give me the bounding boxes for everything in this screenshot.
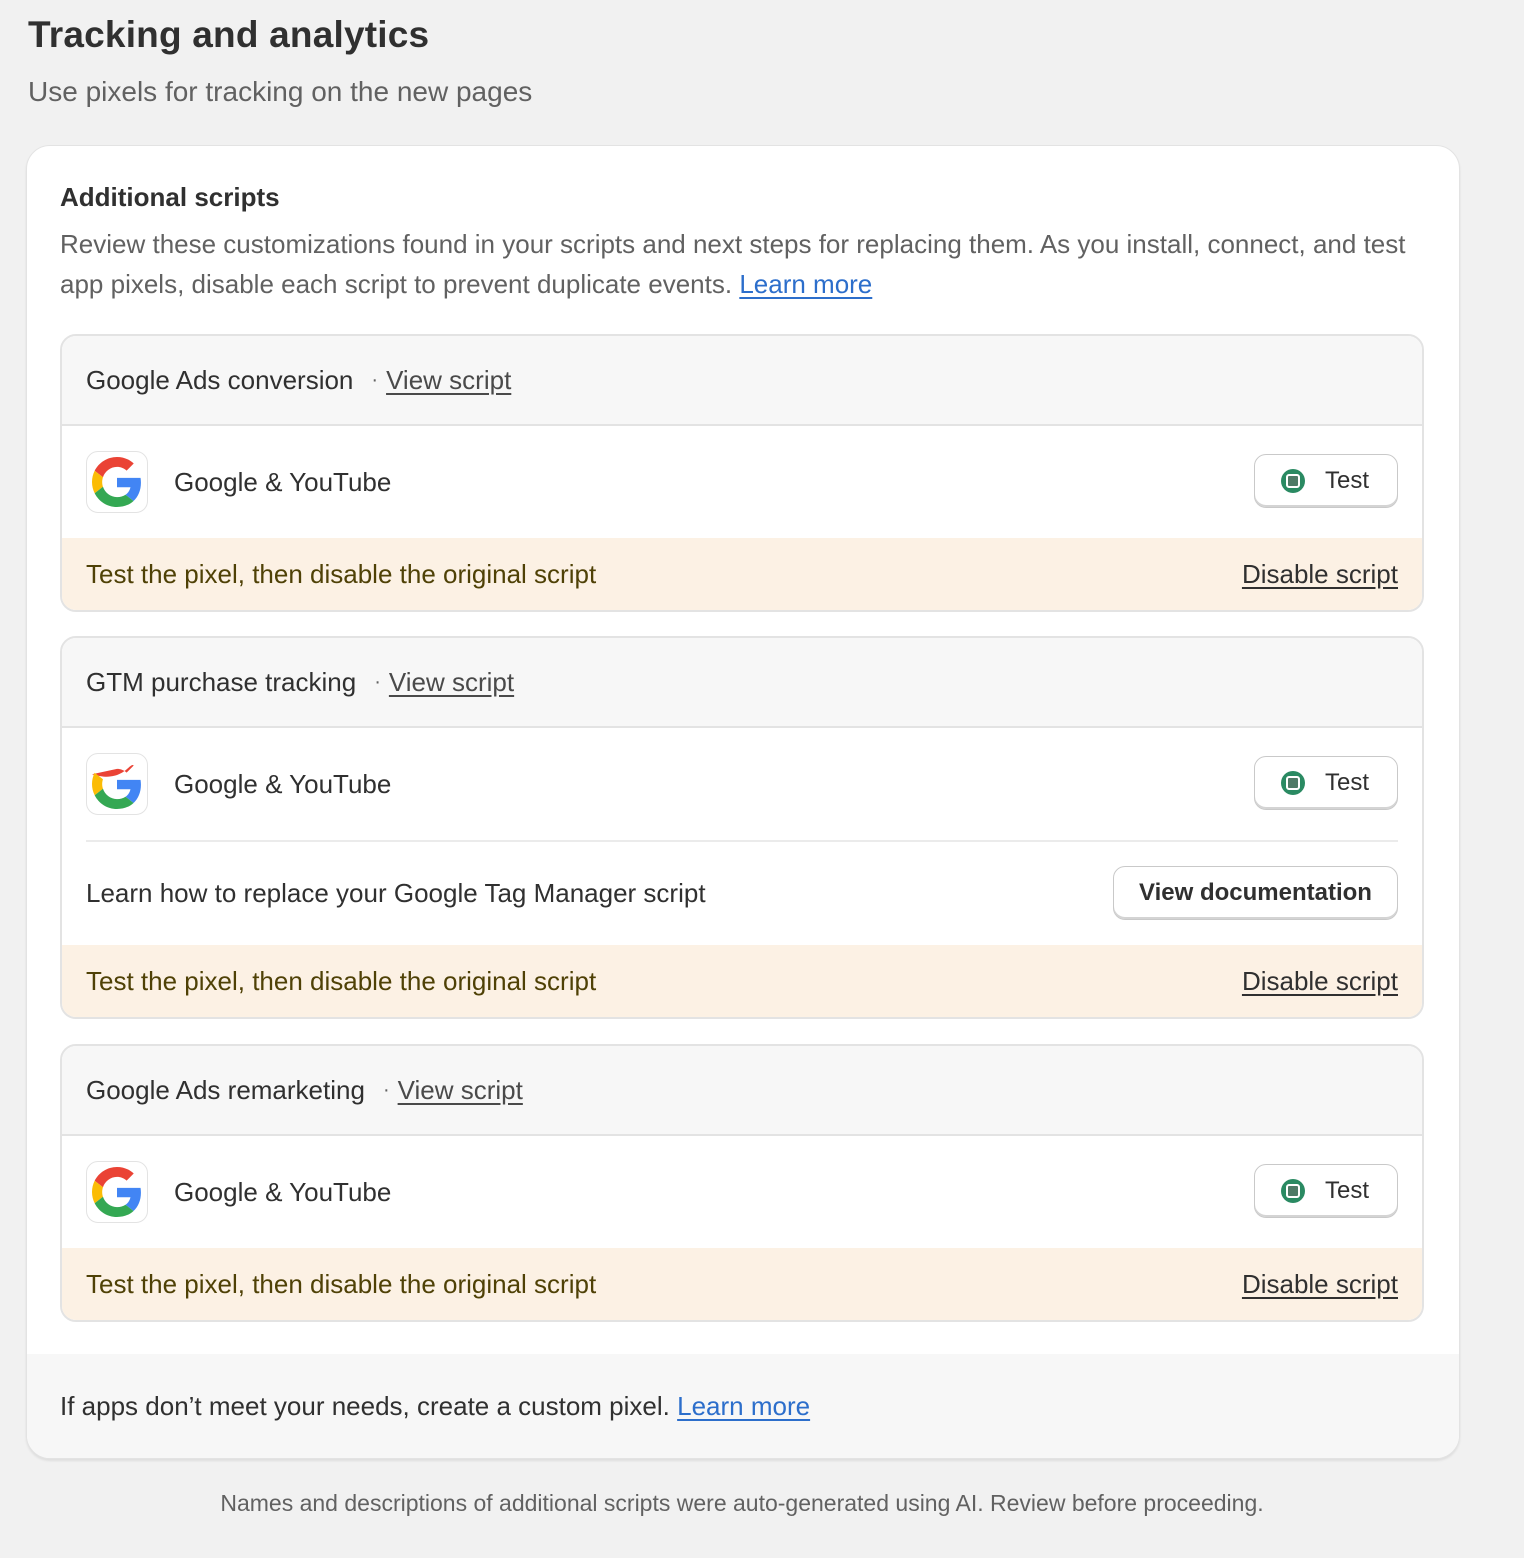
app-name: Google & YouTube — [174, 768, 392, 799]
test-button-label: Test — [1325, 467, 1370, 494]
status-dot-icon — [1281, 469, 1305, 493]
view-documentation-button[interactable]: View documentation — [1113, 866, 1398, 920]
script-box-google-ads-remarketing: Google Ads remarketing · View script Goo… — [60, 1044, 1424, 1322]
view-script-link[interactable]: View script — [386, 365, 511, 396]
view-script-link[interactable]: View script — [389, 667, 514, 698]
google-logo-icon — [86, 451, 148, 513]
status-dot-icon — [1281, 771, 1305, 795]
page-title: Tracking and analytics — [28, 14, 430, 55]
app-row: Google & YouTube Test — [62, 728, 1422, 840]
script-header: Google Ads conversion · View script — [62, 336, 1422, 426]
warning-text: Test the pixel, then disable the origina… — [86, 965, 597, 996]
page-subtitle: Use pixels for tracking on the new pages — [28, 76, 533, 107]
script-box-google-ads-conversion: Google Ads conversion · View script Goog… — [60, 334, 1424, 612]
card-description-text: Review these customizations found in you… — [60, 229, 1406, 299]
custom-pixel-learn-more-link[interactable]: Learn more — [677, 1391, 810, 1422]
learn-more-link[interactable]: Learn more — [739, 269, 872, 299]
script-header: GTM purchase tracking · View script — [62, 638, 1422, 728]
ai-generated-note: Names and descriptions of additional scr… — [220, 1490, 1264, 1516]
app-row: Google & YouTube Test — [62, 1136, 1422, 1248]
warning-text: Test the pixel, then disable the origina… — [86, 1268, 597, 1299]
documentation-text: Learn how to replace your Google Tag Man… — [86, 878, 706, 908]
additional-scripts-card: Additional scripts Review these customiz… — [26, 145, 1460, 1459]
card-footer: If apps don’t meet your needs, create a … — [27, 1354, 1459, 1458]
app-name: Google & YouTube — [174, 466, 392, 497]
disable-script-link[interactable]: Disable script — [1242, 966, 1398, 997]
test-button[interactable]: Test — [1254, 1164, 1398, 1218]
separator-dot: · — [382, 1078, 390, 1101]
warning-text: Test the pixel, then disable the origina… — [86, 558, 597, 589]
warning-row: Test the pixel, then disable the origina… — [62, 538, 1422, 610]
card-description: Review these customizations found in you… — [60, 224, 1430, 304]
warning-row: Test the pixel, then disable the origina… — [62, 1248, 1422, 1320]
test-button[interactable]: Test — [1254, 756, 1398, 810]
disable-script-link[interactable]: Disable script — [1242, 559, 1398, 590]
view-script-link[interactable]: View script — [398, 1075, 523, 1106]
disable-script-link[interactable]: Disable script — [1242, 1269, 1398, 1300]
script-header: Google Ads remarketing · View script — [62, 1046, 1422, 1136]
app-name: Google & YouTube — [174, 1176, 392, 1207]
separator-dot: · — [371, 368, 379, 391]
google-logo-icon — [86, 1161, 148, 1223]
script-box-gtm-purchase-tracking: GTM purchase tracking · View script Goog… — [60, 636, 1424, 1019]
warning-row: Test the pixel, then disable the origina… — [62, 945, 1422, 1017]
card-title: Additional scripts — [60, 182, 280, 212]
documentation-row: Learn how to replace your Google Tag Man… — [62, 842, 1422, 945]
script-name: Google Ads remarketing — [86, 1074, 365, 1105]
test-button-label: Test — [1325, 1177, 1370, 1204]
script-name: Google Ads conversion — [86, 364, 354, 395]
test-button[interactable]: Test — [1254, 454, 1398, 508]
test-button-label: Test — [1325, 769, 1370, 796]
status-dot-icon — [1281, 1179, 1305, 1203]
custom-pixel-text: If apps don’t meet your needs, create a … — [60, 1390, 670, 1421]
separator-dot: · — [374, 670, 381, 693]
google-logo-icon — [86, 753, 148, 815]
script-name: GTM purchase tracking — [86, 666, 357, 697]
app-row: Google & YouTube Test — [62, 426, 1422, 538]
